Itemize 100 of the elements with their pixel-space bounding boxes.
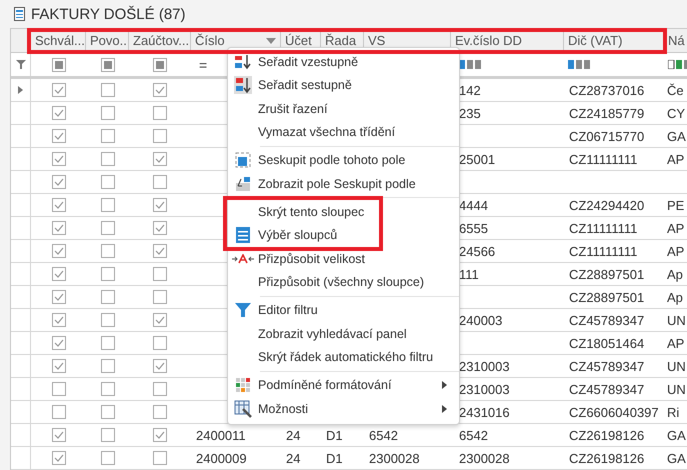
dropdown-arrow-icon[interactable] xyxy=(266,38,276,44)
table-cell: 25001 xyxy=(459,152,496,166)
table-cell: CY xyxy=(667,106,686,120)
text-filter-icon[interactable] xyxy=(668,60,687,69)
checkbox[interactable] xyxy=(52,198,66,212)
checkbox[interactable] xyxy=(100,198,114,212)
checkbox[interactable] xyxy=(52,129,66,143)
menu-item[interactable]: Zrušit řazení xyxy=(258,102,459,116)
checkbox[interactable] xyxy=(100,451,114,465)
menu-item[interactable]: Přizpůsobit velikost xyxy=(258,252,459,266)
table-cell: 111 xyxy=(459,266,479,282)
checkbox[interactable] xyxy=(153,451,167,465)
checkbox[interactable] xyxy=(100,336,114,350)
table-cell: 2400011 xyxy=(196,428,246,442)
checkbox[interactable] xyxy=(153,382,167,396)
table-cell: 6555 xyxy=(459,220,488,236)
checkbox[interactable] xyxy=(100,83,114,97)
document-icon xyxy=(14,7,25,21)
checkbox[interactable] xyxy=(153,405,167,419)
checkbox[interactable] xyxy=(153,221,167,235)
column-header[interactable]: Zaúčtov... xyxy=(129,29,191,52)
checkbox[interactable] xyxy=(52,83,66,97)
checkbox[interactable] xyxy=(52,382,66,396)
checkbox[interactable] xyxy=(52,175,66,189)
column-header[interactable]: Ná xyxy=(664,29,687,52)
checkbox[interactable] xyxy=(100,359,114,373)
menu-item[interactable]: Přizpůsobit (všechny sloupce) xyxy=(258,275,459,290)
checkbox[interactable] xyxy=(100,244,114,258)
checkbox[interactable] xyxy=(100,313,114,327)
checkbox[interactable] xyxy=(153,267,167,281)
text-filter-icon[interactable] xyxy=(459,60,483,69)
menu-item[interactable]: Podmíněné formátování xyxy=(258,378,442,392)
checkbox[interactable] xyxy=(100,405,114,419)
table-cell: CZ11111111 xyxy=(569,220,638,236)
checkbox[interactable] xyxy=(153,198,167,212)
menu-item[interactable]: Výběr sloupců xyxy=(258,228,459,242)
checkbox[interactable] xyxy=(52,221,66,235)
checkbox[interactable] xyxy=(100,221,114,235)
checkbox[interactable] xyxy=(100,428,114,442)
checkbox[interactable] xyxy=(52,336,66,350)
menu-item[interactable]: Seřadit sestupně xyxy=(258,78,459,92)
menu-item[interactable]: Vymazat všechna třídění xyxy=(258,125,459,140)
checkbox[interactable] xyxy=(52,313,66,327)
checkbox[interactable] xyxy=(153,336,167,350)
checkbox[interactable] xyxy=(153,244,167,258)
table-cell: 2310003 xyxy=(459,382,510,396)
filter-icon[interactable] xyxy=(16,60,26,69)
checkbox[interactable] xyxy=(100,175,114,189)
menu-item[interactable]: Skrýt tento sloupec xyxy=(258,204,459,219)
checkbox[interactable] xyxy=(153,290,167,304)
column-header[interactable]: Dič (VAT) xyxy=(564,29,664,52)
table-cell: D1 xyxy=(326,428,343,442)
checkbox[interactable] xyxy=(52,405,66,419)
checkbox[interactable] xyxy=(153,106,167,120)
checkbox[interactable] xyxy=(100,129,114,143)
table-cell: Ap xyxy=(667,266,683,282)
menu-item[interactable]: Seřadit vzestupně xyxy=(258,54,459,69)
sort-ascending-icon xyxy=(234,54,252,70)
checkbox[interactable] xyxy=(153,428,167,442)
checkbox[interactable] xyxy=(100,382,114,396)
menu-item[interactable]: Seskupit podle tohoto pole xyxy=(258,153,459,168)
menu-item[interactable]: Možnosti xyxy=(258,402,442,416)
menu-item[interactable]: Editor filtru xyxy=(258,303,459,318)
checkbox[interactable] xyxy=(153,313,167,327)
checkbox[interactable] xyxy=(153,152,167,166)
indeterminate-square-icon xyxy=(54,60,62,68)
filter-icon xyxy=(235,302,251,318)
table-cell: 24 xyxy=(286,428,300,442)
table-cell: CZ28897501 xyxy=(569,290,644,304)
menu-item[interactable]: Skrýt řádek automatického filtru xyxy=(258,350,459,364)
checkbox[interactable] xyxy=(52,267,66,281)
table-cell: 4444 xyxy=(459,198,488,212)
table-cell: CZ24185779 xyxy=(569,106,644,120)
table-cell: 142 xyxy=(459,82,481,98)
checkbox[interactable] xyxy=(153,129,167,143)
menu-item[interactable]: Zobrazit pole Seskupit podle xyxy=(258,176,459,191)
checkbox[interactable] xyxy=(100,58,114,72)
checkbox[interactable] xyxy=(52,290,66,304)
menu-item[interactable]: Zobrazit vyhledávací panel xyxy=(258,326,459,341)
checkbox[interactable] xyxy=(52,244,66,258)
checkbox[interactable] xyxy=(52,428,66,442)
checkbox[interactable] xyxy=(52,106,66,120)
checkbox[interactable] xyxy=(52,451,66,465)
checkbox[interactable] xyxy=(100,267,114,281)
checkbox[interactable] xyxy=(100,152,114,166)
column-header[interactable]: Schvál... xyxy=(31,29,86,52)
checkbox[interactable] xyxy=(52,152,66,166)
table-cell: 6542 xyxy=(459,428,488,442)
operator-text[interactable]: = xyxy=(191,56,208,72)
table-cell: CZ45789347 xyxy=(569,358,644,374)
checkbox[interactable] xyxy=(153,58,167,72)
checkbox[interactable] xyxy=(52,58,66,72)
checkbox[interactable] xyxy=(52,359,66,373)
table-cell: CZ11111111 xyxy=(569,152,638,166)
column-header[interactable]: Povo... xyxy=(86,29,129,52)
checkbox[interactable] xyxy=(153,83,167,97)
checkbox[interactable] xyxy=(100,290,114,304)
checkbox[interactable] xyxy=(100,106,114,120)
checkbox[interactable] xyxy=(153,359,167,373)
checkbox[interactable] xyxy=(153,175,167,189)
